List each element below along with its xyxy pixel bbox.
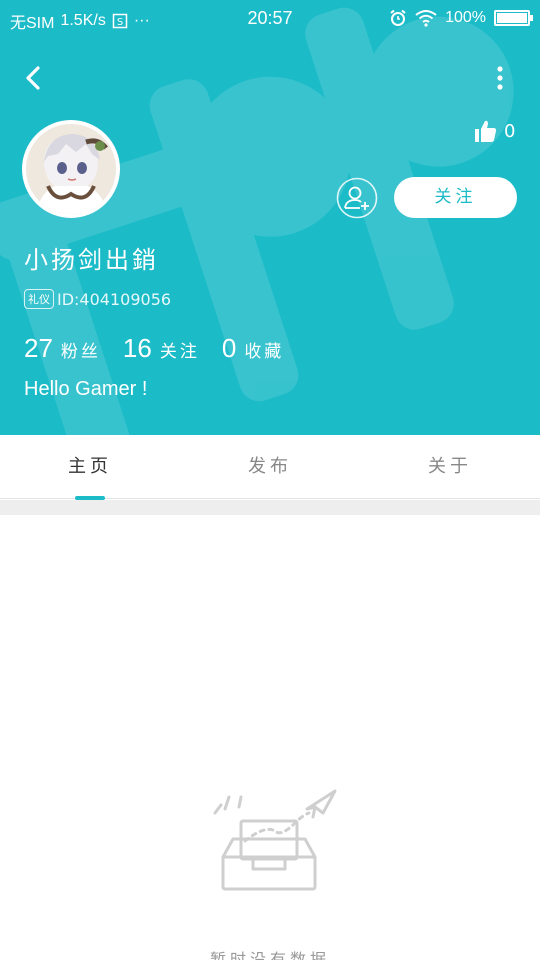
tab-home[interactable]: 主页	[0, 435, 180, 499]
profile-bio: Hello Gamer !	[24, 378, 148, 400]
alarm-icon	[390, 9, 406, 26]
stat-count: 0	[221, 333, 237, 363]
status-bar: 无SIM 1.5K/s S ··· 20:57 100%	[0, 0, 540, 38]
like-button[interactable]: 0	[472, 118, 515, 144]
battery-icon	[494, 10, 533, 26]
like-count: 0	[504, 120, 516, 142]
profile-header: 无SIM 1.5K/s S ··· 20:57 100% 0 关注 小扬剑出銷 …	[0, 0, 540, 435]
empty-state-text: 暂时没有数据	[209, 950, 330, 960]
stat-followers[interactable]: 27 粉丝	[24, 333, 101, 364]
empty-box-icon	[213, 789, 337, 891]
stat-count: 27	[24, 333, 53, 363]
stat-favorites[interactable]: 0 收藏	[222, 333, 284, 364]
more-vertical-icon[interactable]	[488, 62, 512, 94]
avatar-image	[26, 124, 116, 214]
profile-tabs: 主页 发布 关于	[0, 435, 540, 499]
add-friend-icon[interactable]	[336, 177, 378, 219]
follow-button[interactable]: 关注	[394, 177, 517, 218]
avatar[interactable]	[22, 120, 120, 218]
wifi-icon	[415, 10, 437, 27]
thumbs-up-icon	[475, 120, 497, 142]
battery-percent: 100%	[445, 9, 486, 26]
stat-following[interactable]: 16 关注	[123, 333, 200, 364]
tab-posts[interactable]: 发布	[180, 435, 360, 499]
tab-about[interactable]: 关于	[360, 435, 540, 499]
stat-label: 收藏	[244, 342, 285, 362]
stat-label: 关注	[159, 342, 200, 362]
back-icon[interactable]	[20, 62, 48, 94]
user-id-row: 礼仪 ID:404109056	[24, 289, 171, 309]
user-badge: 礼仪	[24, 289, 54, 309]
battery-fill	[497, 13, 527, 23]
stat-count: 16	[122, 333, 152, 363]
section-divider	[0, 500, 540, 515]
profile-name: 小扬剑出銷	[24, 246, 159, 274]
profile-stats: 27 粉丝 16 关注 0 收藏	[24, 333, 284, 364]
user-id: ID:404109056	[57, 289, 172, 309]
stat-label: 粉丝	[60, 342, 101, 362]
